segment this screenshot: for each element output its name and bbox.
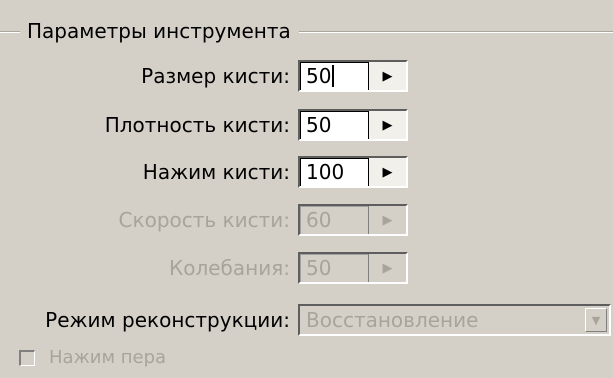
jitter-input: 50	[306, 256, 332, 280]
jitter-spin-button: ▶	[368, 254, 406, 282]
brush-density-input[interactable]: 50	[300, 111, 368, 139]
brush-pressure-input[interactable]: 100	[300, 158, 368, 186]
group-title: Параметры инструмента	[20, 16, 299, 46]
brush-speed-field: 60 ▶	[298, 204, 408, 236]
reconstruction-mode-value: Восстановление	[306, 308, 479, 332]
brush-pressure-field[interactable]: 100 ▶	[298, 156, 408, 188]
down-arrow-icon: ▼	[591, 313, 601, 327]
brush-size-spin-button[interactable]: ▶	[368, 62, 406, 90]
brush-speed-input: 60	[306, 208, 332, 232]
text-cursor	[332, 65, 335, 87]
brush-size-label: Размер кисти:	[141, 64, 290, 88]
dropdown-button: ▼	[585, 308, 607, 332]
jitter-label: Колебания:	[169, 256, 290, 280]
reconstruction-mode-select: Восстановление ▼	[298, 304, 611, 336]
brush-speed-label: Скорость кисти:	[118, 208, 290, 232]
reconstruction-mode-label: Режим реконструкции:	[45, 308, 290, 332]
brush-size-value: 50	[306, 64, 332, 88]
brush-pressure-label: Нажим кисти:	[142, 160, 290, 184]
right-arrow-icon: ▶	[382, 117, 393, 133]
brush-density-label: Плотность кисти:	[104, 113, 290, 137]
brush-density-field[interactable]: 50 ▶	[298, 109, 408, 141]
brush-size-field[interactable]: 50 ▶	[298, 60, 408, 92]
pen-pressure-checkbox	[19, 350, 35, 366]
right-arrow-icon: ▶	[382, 212, 393, 228]
pen-pressure-label: Нажим пера	[49, 347, 167, 368]
right-arrow-icon: ▶	[382, 260, 393, 276]
brush-pressure-spin-button[interactable]: ▶	[368, 158, 406, 186]
right-arrow-icon: ▶	[382, 68, 393, 84]
brush-density-spin-button[interactable]: ▶	[368, 111, 406, 139]
brush-speed-spin-button: ▶	[368, 206, 406, 234]
brush-size-input[interactable]: 50	[300, 62, 368, 90]
pen-pressure-option: Нажим пера	[19, 347, 166, 369]
right-arrow-icon: ▶	[382, 164, 393, 180]
jitter-field: 50 ▶	[298, 252, 408, 284]
